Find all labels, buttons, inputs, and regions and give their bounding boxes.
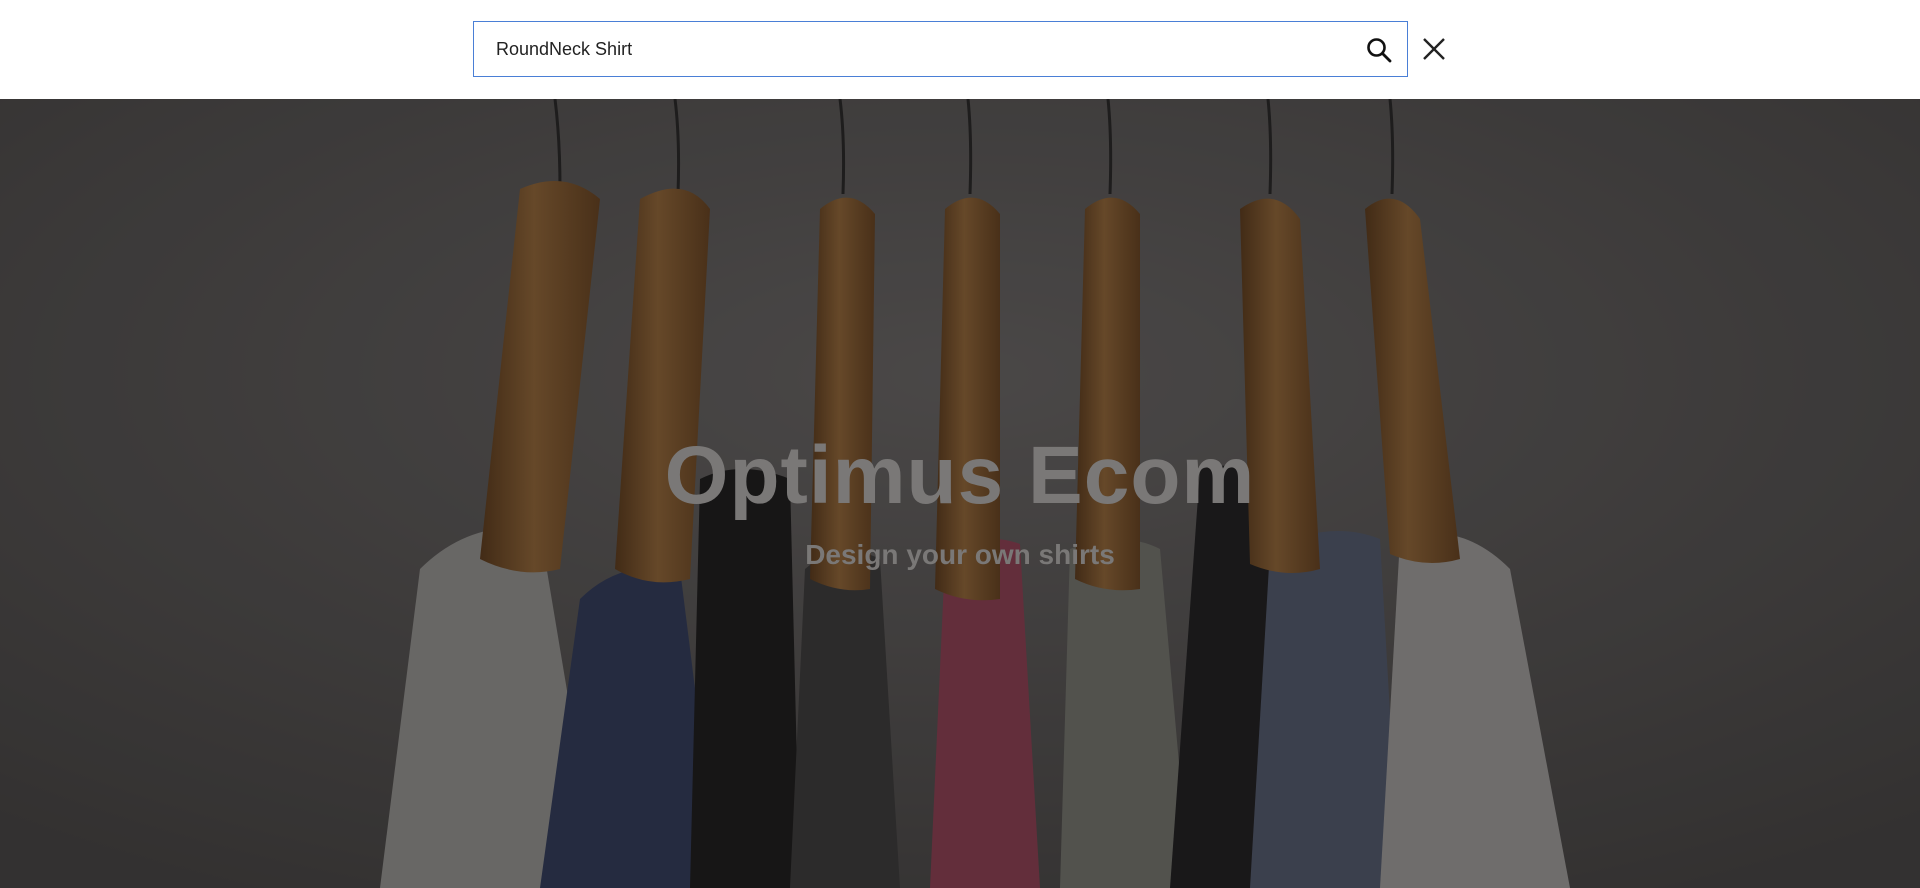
- hero-subtitle: Design your own shirts: [805, 539, 1115, 570]
- close-icon: [1423, 38, 1445, 60]
- search-submit-button[interactable]: [1363, 34, 1395, 66]
- hero-banner: Optimus Ecom Design your own shirts: [0, 99, 1920, 888]
- hero-title: Optimus Ecom: [664, 430, 1256, 521]
- search-field[interactable]: [473, 21, 1408, 77]
- close-search-button[interactable]: [1418, 33, 1450, 65]
- search-input[interactable]: [496, 22, 1316, 76]
- search-overlay: [0, 0, 1920, 99]
- search-icon: [1367, 38, 1392, 63]
